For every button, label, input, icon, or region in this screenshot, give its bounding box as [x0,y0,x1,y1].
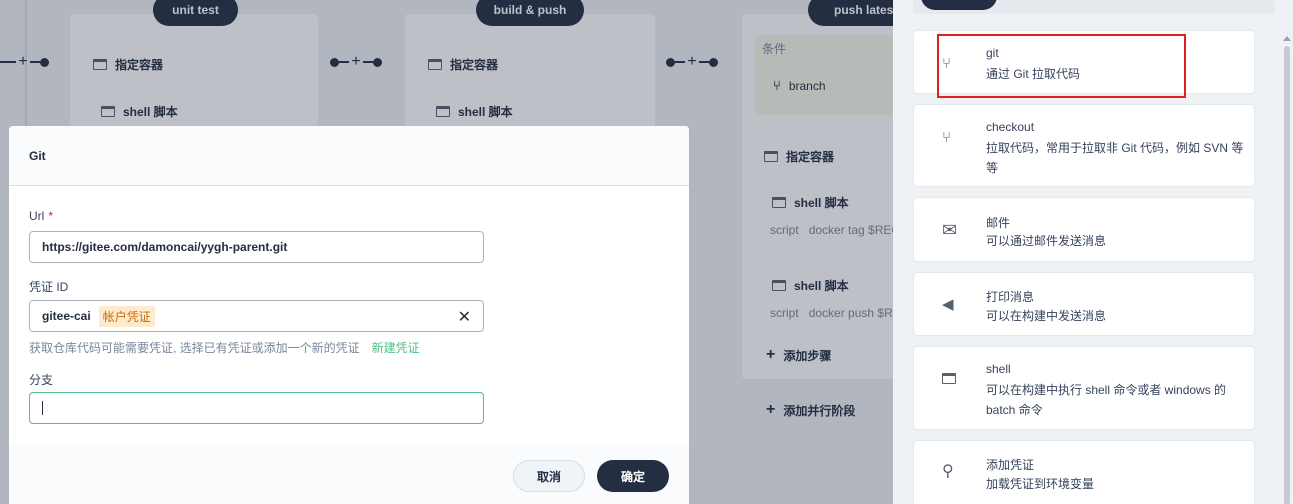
branch-icon: ⑂ [942,55,952,72]
create-credential-link[interactable]: 新建凭证 [372,341,420,355]
dialog-header: Git [9,126,689,186]
branch-label: 分支 [29,373,54,387]
credential-label: 凭证 ID [29,280,69,294]
scrollbar-thumb[interactable] [1284,46,1290,504]
panel-scrollbar[interactable] [1281,14,1293,504]
credential-type-badge: 帐户凭证 [98,305,155,327]
credential-select[interactable]: gitee-cai 帐户凭证 ✕ [29,300,484,332]
confirm-button[interactable]: 确定 [597,460,669,492]
mail-icon: ✉ [942,220,958,240]
credential-help: 获取仓库代码可能需要凭证, 选择已有凭证或添加一个新的凭证 新建凭证 [29,341,420,355]
cancel-button[interactable]: 取消 [513,460,585,492]
dialog-footer: 取消 确定 [9,444,689,504]
megaphone-icon: ◀ [942,296,954,313]
step-option-mail[interactable]: ✉ 邮件 可以通过邮件发送消息 [913,197,1255,262]
key-icon: ⚲ [942,463,954,480]
terminal-icon [942,371,956,388]
step-type-panel: ⑂ git 通过 Git 拉取代码 ⑂ checkout 拉取代码，常用于拉取非… [893,0,1293,504]
branch-icon: ⑂ [942,129,952,146]
step-option-shell[interactable]: shell 可以在构建中执行 shell 命令或者 windows 的 batc… [913,346,1255,430]
step-option-credential[interactable]: ⚲ 添加凭证 加载凭证到环境变量 [913,440,1255,504]
scroll-up-icon[interactable] [1283,36,1291,41]
step-option-checkout[interactable]: ⑂ checkout 拉取代码，常用于拉取非 Git 代码，例如 SVN 等等 [913,104,1255,187]
credential-value: gitee-cai [42,309,91,323]
dialog-title: Git [29,148,46,163]
step-option-print[interactable]: ◀ 打印消息 可以在构建中发送消息 [913,272,1255,336]
step-option-git[interactable]: ⑂ git 通过 Git 拉取代码 [913,30,1255,94]
text-cursor [42,401,43,415]
branch-input[interactable] [29,392,484,424]
git-dialog: Git Url * https://gitee.com/damoncai/yygh… [9,126,689,504]
url-input[interactable]: https://gitee.com/damoncai/yygh-parent.g… [29,231,484,263]
url-label: Url * [29,209,53,223]
required-mark: * [48,209,53,223]
panel-top-button[interactable] [921,0,997,10]
close-icon[interactable]: ✕ [458,307,471,327]
